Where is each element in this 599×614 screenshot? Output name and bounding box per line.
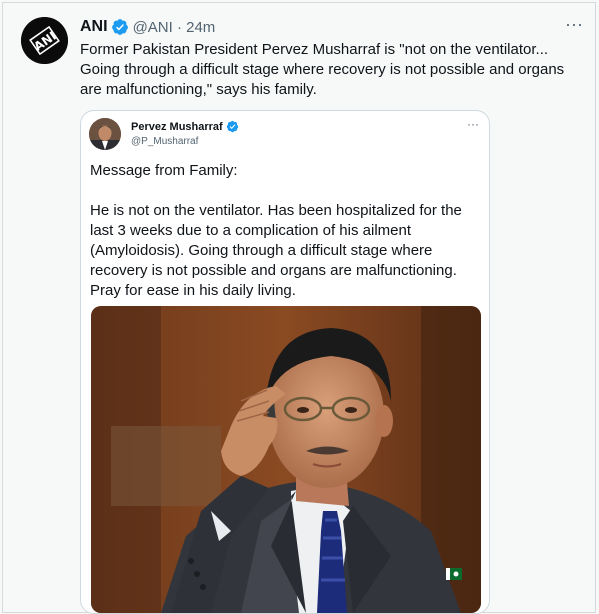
tweet-text: Former Pakistan President Pervez Musharr… [80, 41, 565, 98]
more-options-icon[interactable]: ··· [565, 14, 583, 35]
author-name[interactable]: ANI [80, 18, 108, 36]
quote-author[interactable]: Pervez Musharraf [131, 120, 239, 133]
verified-badge-icon [226, 120, 239, 133]
ani-logo-icon: ANI [21, 17, 68, 64]
verified-badge-icon [111, 18, 129, 36]
quote-photo[interactable] [91, 306, 481, 613]
ani-avatar[interactable]: ANI [21, 17, 68, 64]
avatar-photo-icon [89, 118, 121, 150]
quote-more-options-icon[interactable]: ··· [467, 117, 479, 131]
quote-avatar[interactable] [89, 118, 121, 150]
quote-author-name[interactable]: Pervez Musharraf [131, 121, 223, 133]
tweet-header: ANI @ANI · 24m [80, 16, 215, 38]
quoted-tweet[interactable]: Pervez Musharraf @P_Musharraf ··· Messag… [80, 110, 490, 614]
author-handle-time[interactable]: @ANI · 24m [133, 19, 216, 36]
quote-text: Message from Family: He is not on the ve… [90, 162, 462, 299]
quote-handle[interactable]: @P_Musharraf [131, 136, 198, 147]
saluting-man-photo [91, 306, 481, 613]
